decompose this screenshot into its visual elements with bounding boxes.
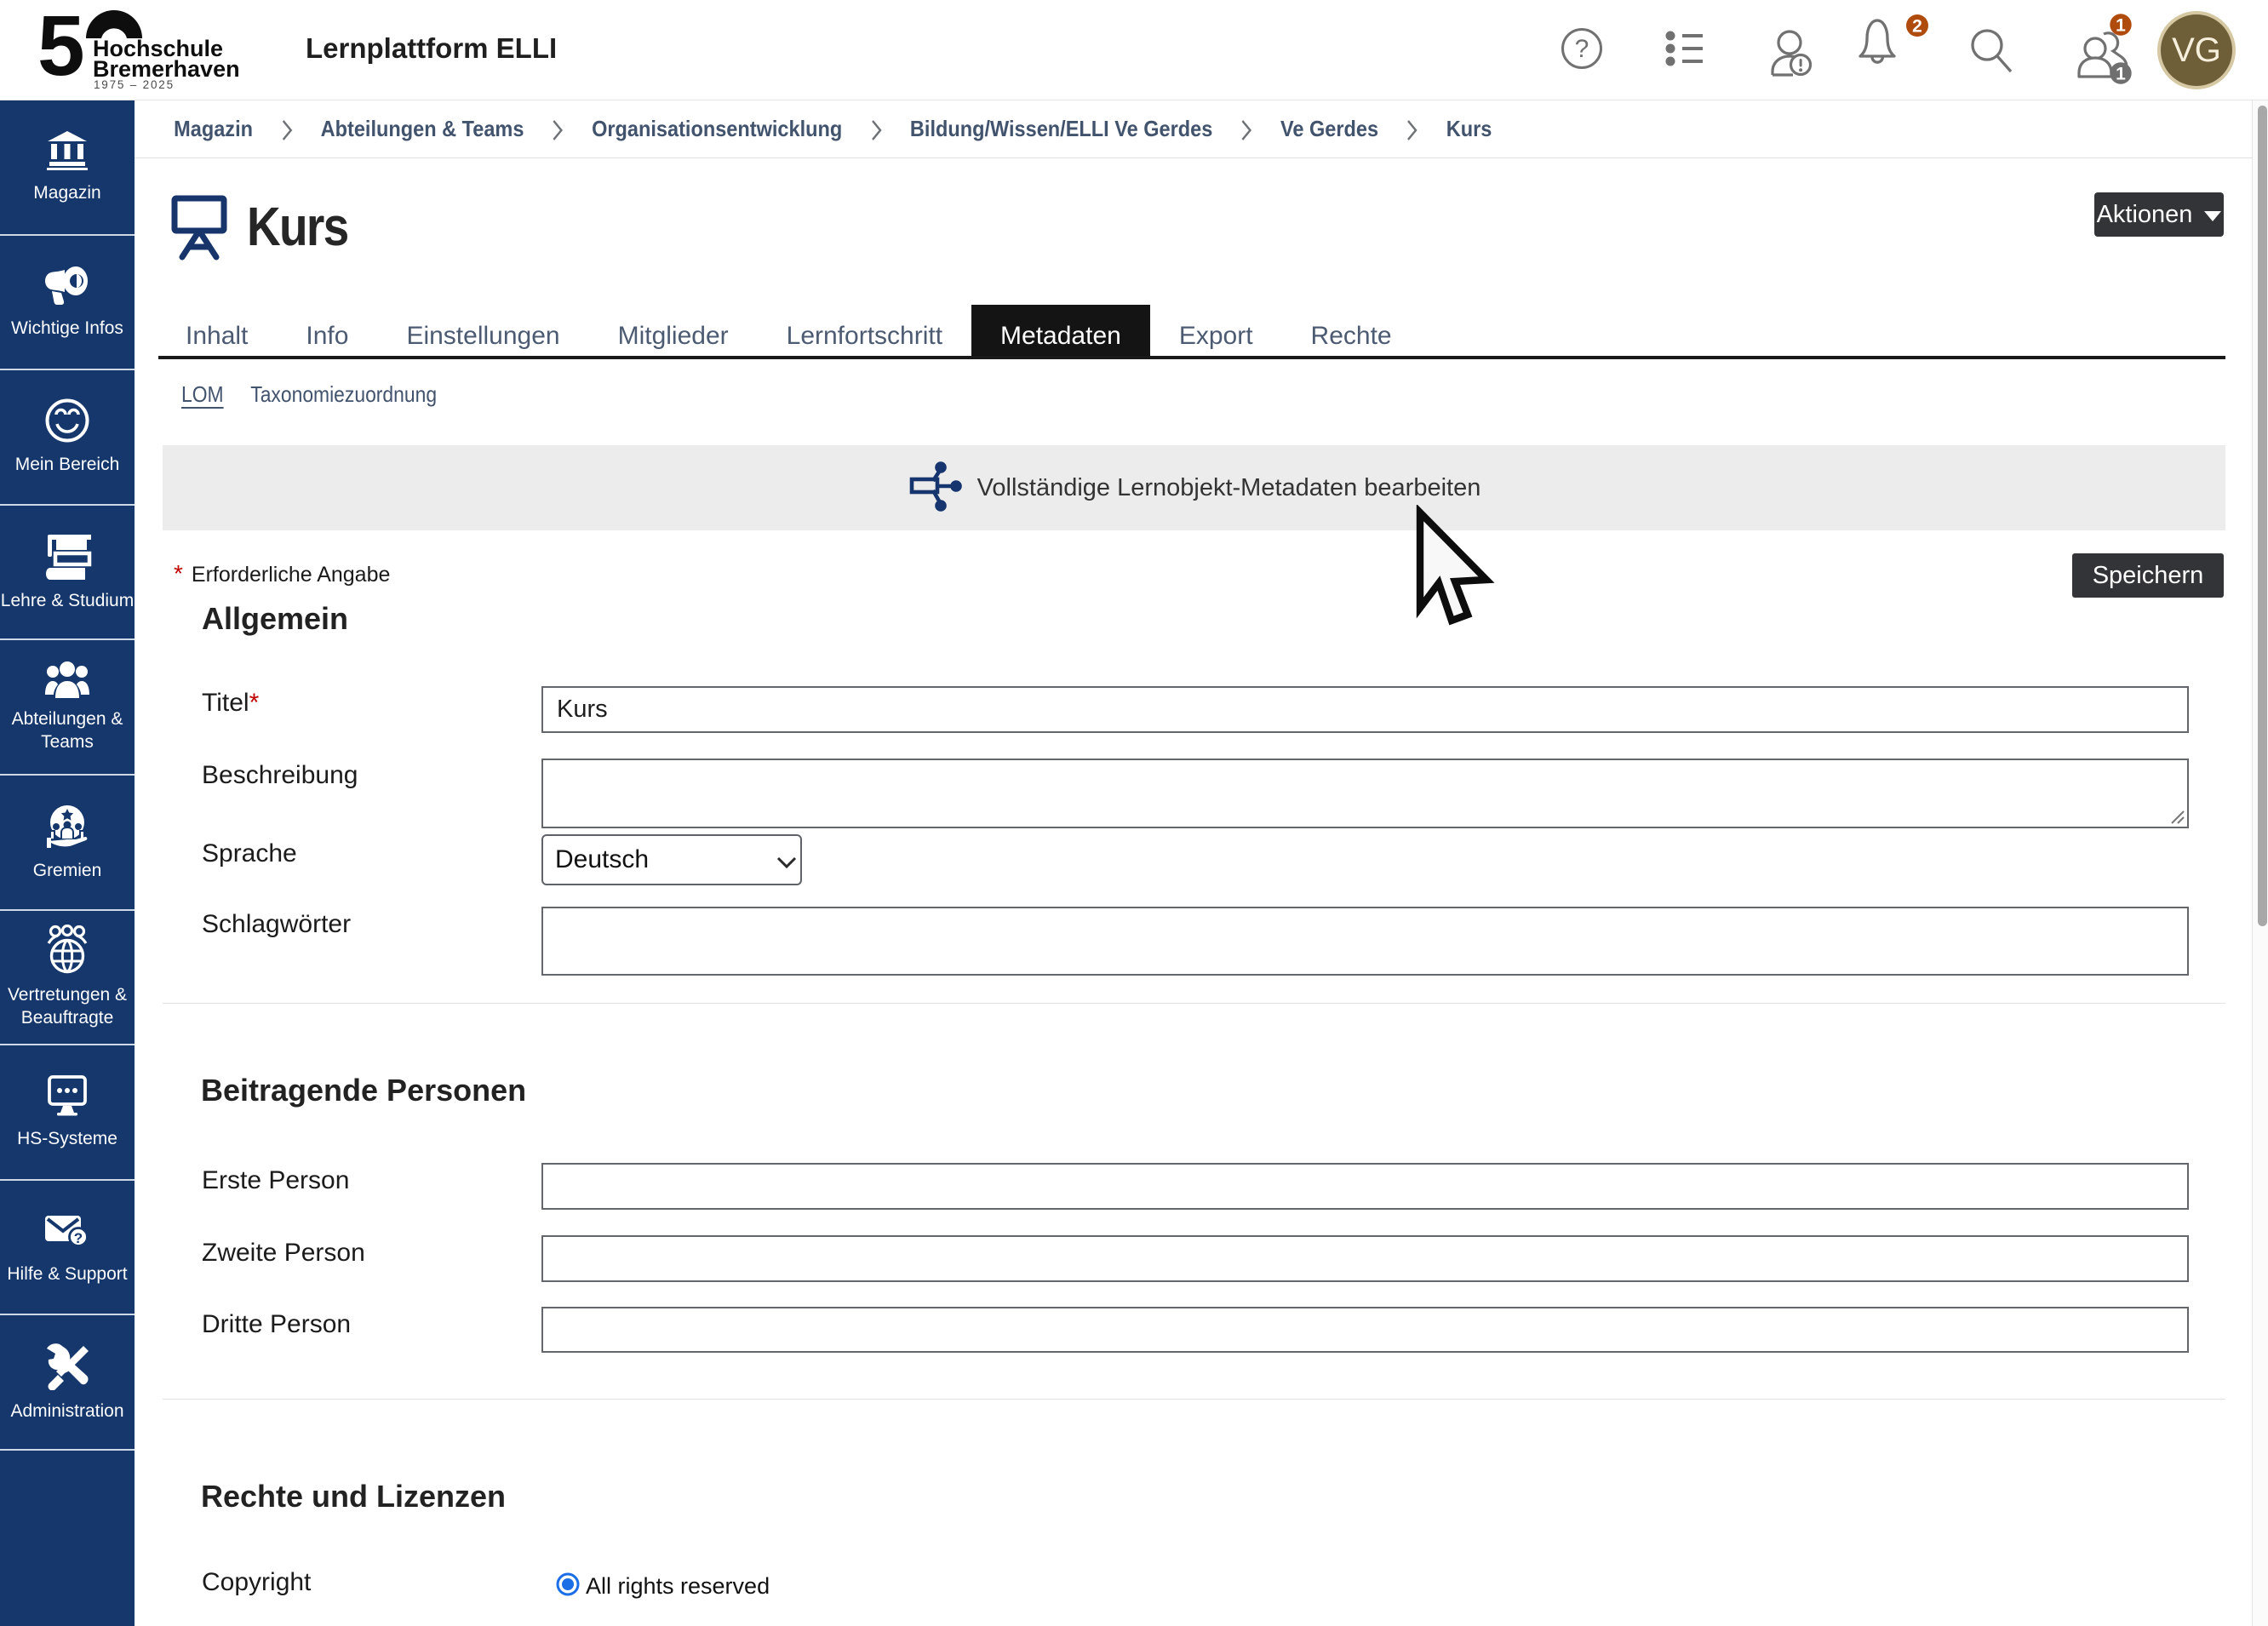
svg-text:1975 – 2025: 1975 – 2025 <box>94 78 175 91</box>
svg-text:2: 2 <box>1912 17 1922 37</box>
svg-text:VG: VG <box>2172 31 2221 69</box>
svg-text:?: ? <box>74 1230 83 1246</box>
svg-text:1: 1 <box>2116 16 2126 36</box>
svg-text:1: 1 <box>2116 65 2126 84</box>
svg-text:5: 5 <box>37 0 85 94</box>
svg-text:?: ? <box>1575 35 1589 63</box>
